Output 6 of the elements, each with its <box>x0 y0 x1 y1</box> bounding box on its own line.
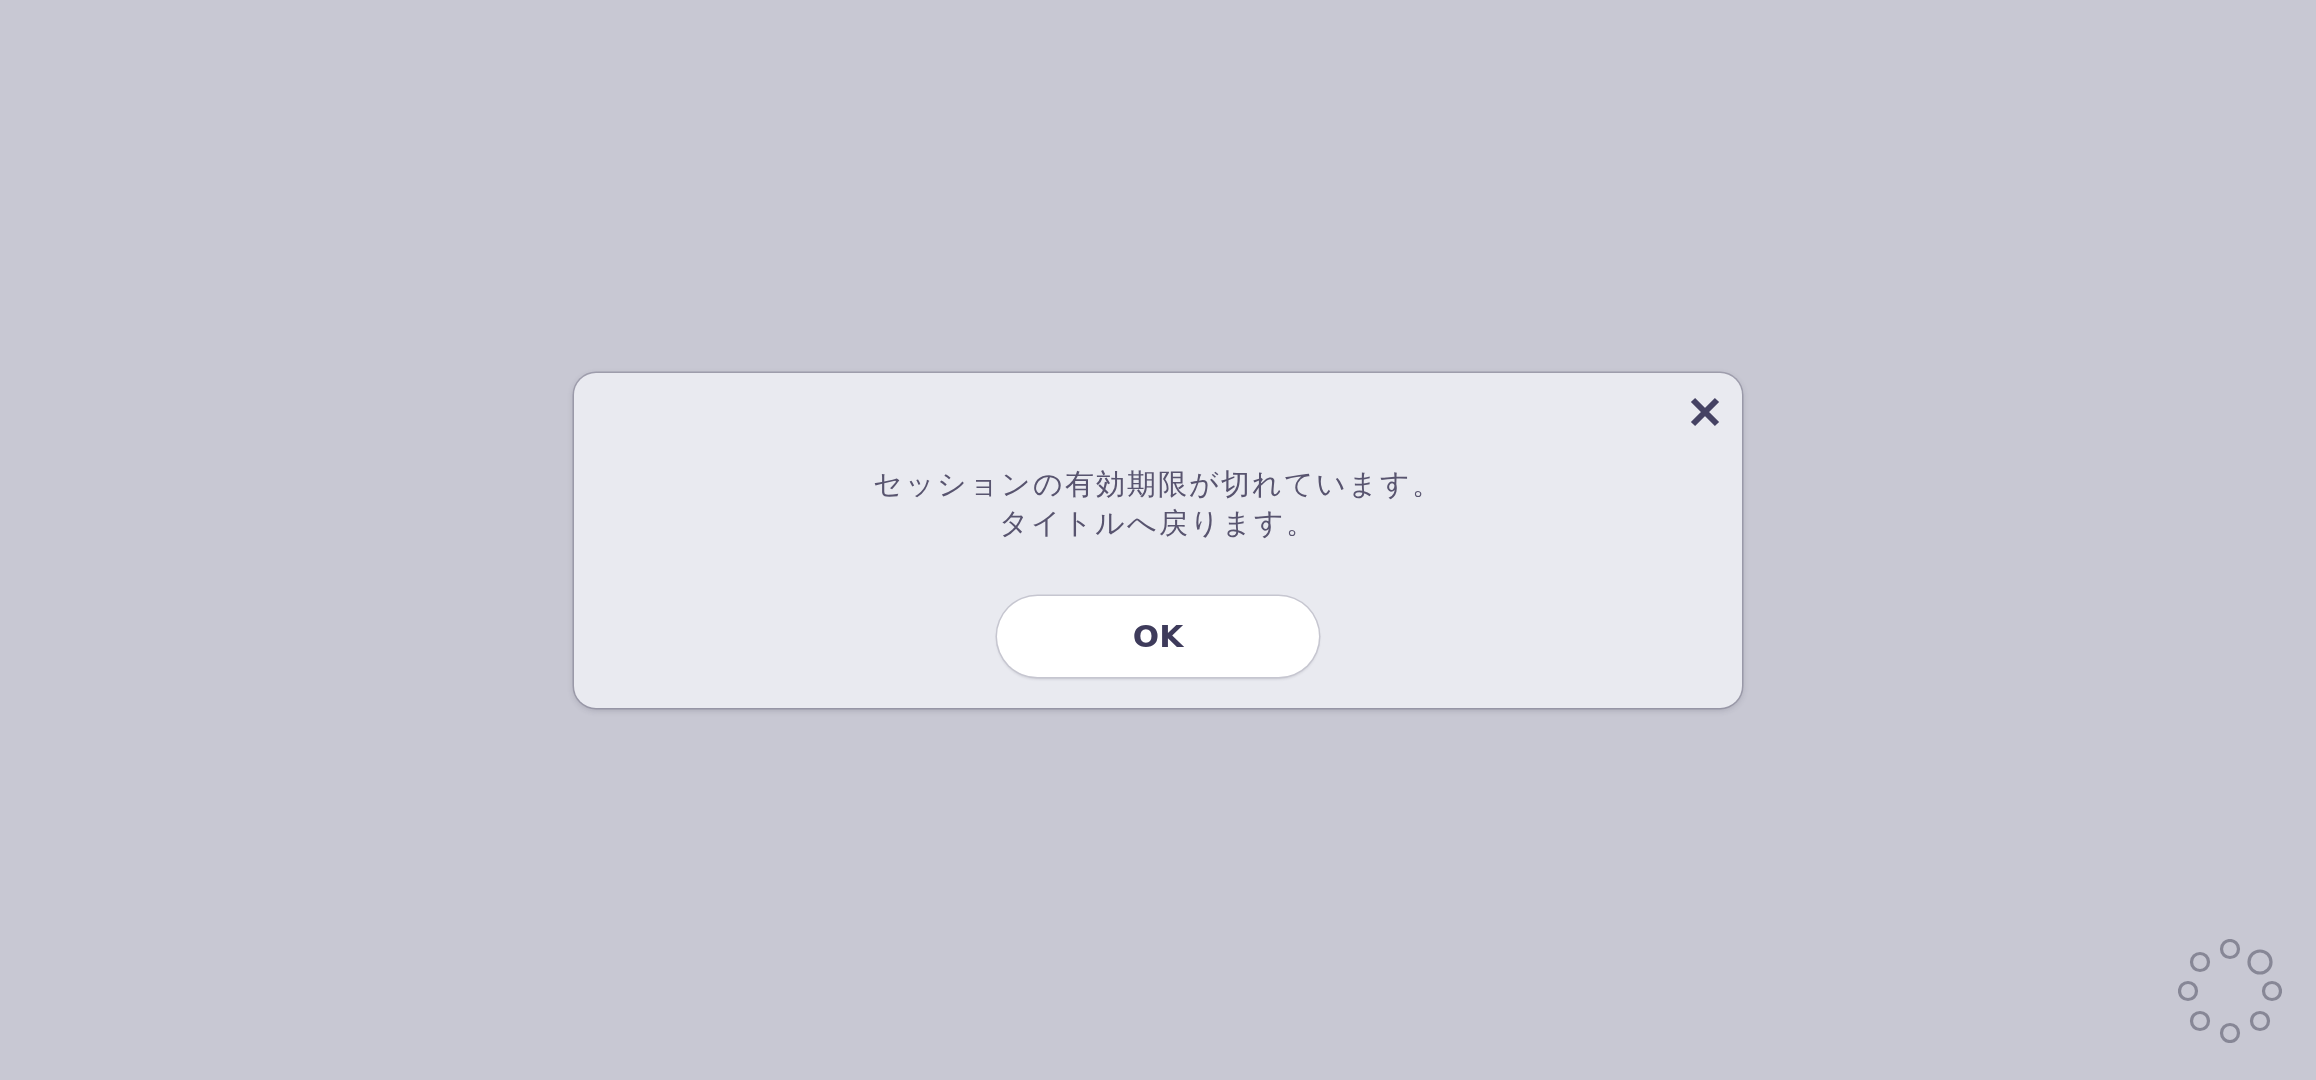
dialog-message-line: タイトルへ戻ります。 <box>999 504 1317 542</box>
ok-button[interactable]: OK <box>997 595 1319 677</box>
close-button[interactable] <box>1689 395 1721 428</box>
loading-spinner-icon <box>2178 939 2282 1043</box>
dialog-message-line: セッションの有効期限が切れています。 <box>873 465 1443 503</box>
close-icon <box>1689 395 1721 428</box>
